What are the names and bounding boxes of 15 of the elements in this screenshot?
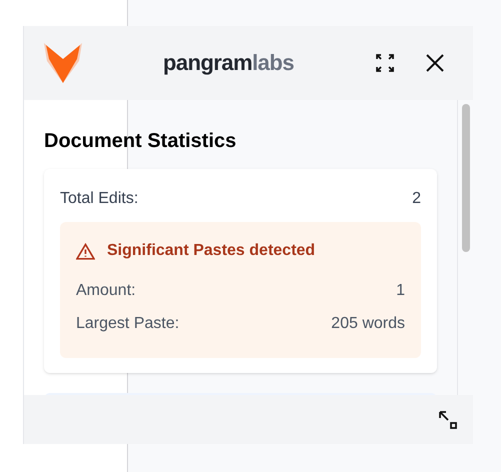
- resize-icon[interactable]: [438, 410, 458, 430]
- stat-label: Total Edits:: [60, 189, 138, 209]
- brand-name: pangramlabs: [163, 52, 294, 74]
- alert-value: 1: [396, 281, 405, 301]
- section-title: Document Statistics: [44, 129, 238, 154]
- alert-title: Significant Pastes detected: [107, 241, 316, 261]
- alert-label: Amount:: [76, 281, 136, 301]
- alert-value: 205 words: [331, 314, 405, 334]
- scrollbar-thumb[interactable]: [462, 104, 470, 252]
- warning-icon: [76, 242, 95, 260]
- stat-value: 2: [412, 189, 421, 209]
- fullscreen-icon[interactable]: [375, 53, 395, 73]
- fox-logo-icon: [44, 43, 82, 83]
- alert-label: Largest Paste:: [76, 314, 180, 334]
- close-icon[interactable]: [425, 53, 445, 73]
